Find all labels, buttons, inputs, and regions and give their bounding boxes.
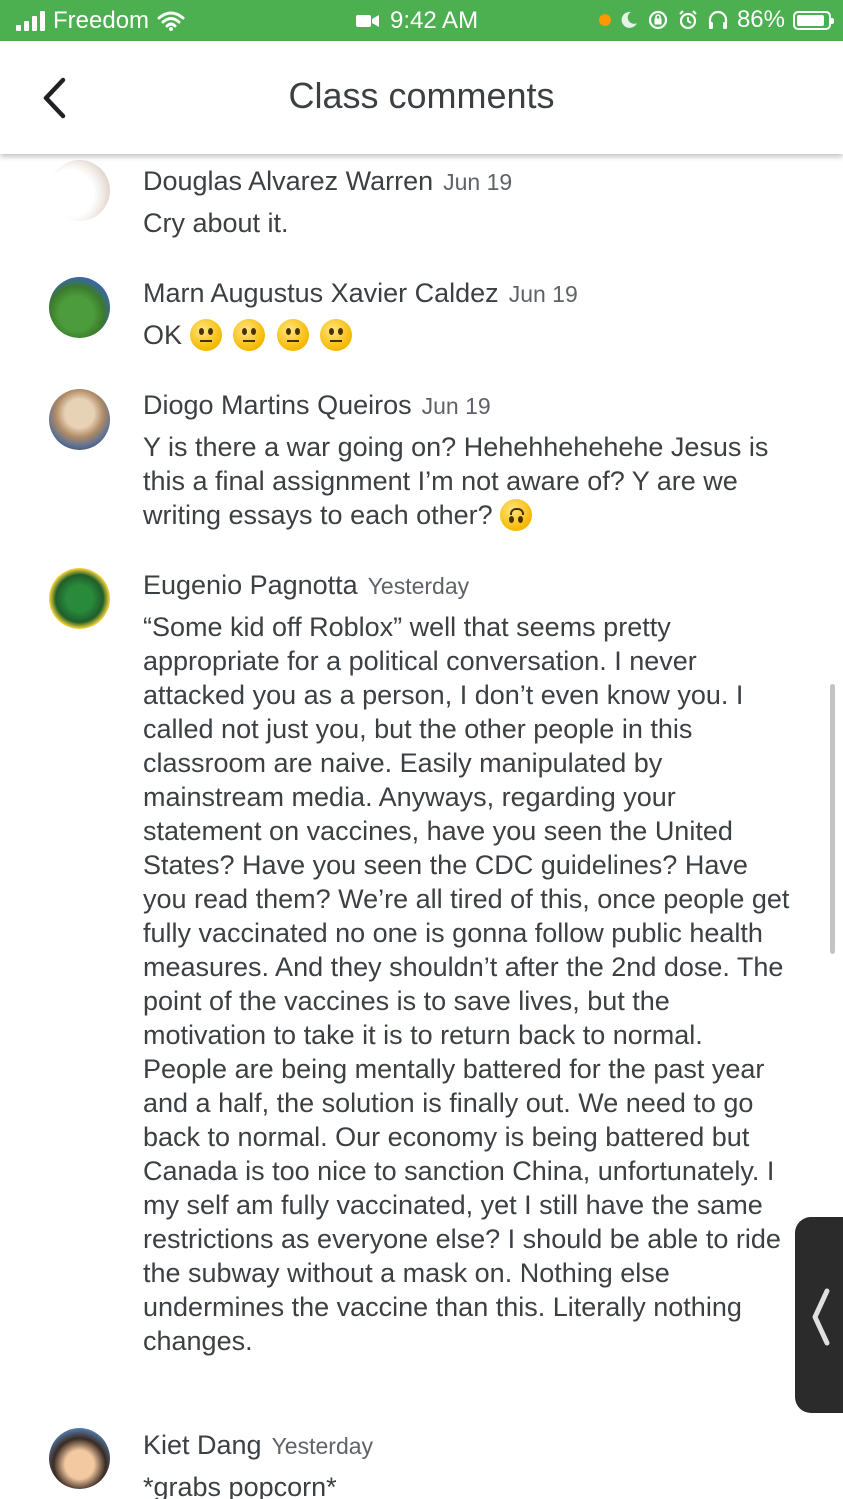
avatar [49,389,110,450]
battery-percentage: 86% [736,6,785,33]
comment-text: OK [143,318,803,352]
wifi-icon [157,11,185,31]
battery-icon [793,10,834,30]
comment-author: Douglas Alvarez Warren [143,166,434,196]
comment-text: “Some kid off Roblox” well that seems pr… [143,612,790,1356]
rotation-lock-icon [648,10,668,30]
app-bar: Class comments [0,41,843,154]
neutral-face-emoji-icon [276,319,309,351]
headphones-icon [708,10,728,29]
do-not-disturb-icon [621,11,637,28]
neutral-face-emoji-icon [189,319,222,351]
chevron-left-icon [812,1288,830,1346]
screen-recording-icon [356,15,379,27]
comment-date: Yesterday [367,573,470,599]
cellular-signal-icon [16,11,45,31]
comment-date: Jun 19 [508,281,578,307]
comment-text: Cry about it. [143,208,289,238]
comment-date: Yesterday [271,1433,374,1459]
clock: 9:42 AM [390,7,479,34]
comment-date: Jun 19 [421,393,491,419]
comment-list[interactable]: Douglas Alvarez Warren Jun 19 Cry about … [0,154,843,1499]
avatar [49,568,110,629]
comment-text-body: Y is there a war going on? Hehehhehehehe… [143,432,769,530]
neutral-face-emoji-icon [233,319,266,351]
comment-text-body: OK [143,320,183,350]
comment-text: *grabs popcorn* [143,1472,337,1499]
avatar [49,277,110,338]
avatar [49,160,110,221]
comment-date: Jun 19 [443,169,513,195]
comment-author: Kiet Dang [143,1430,262,1460]
scrollbar[interactable] [830,684,835,954]
comment-author: Marn Augustus Xavier Caldez [143,278,499,308]
comment-author: Eugenio Pagnotta [143,570,358,600]
comment-text: Y is there a war going on? Hehehhehehehe… [143,430,803,532]
avatar [49,1428,110,1489]
comment-author: Diogo Martins Queiros [143,390,412,420]
alarm-icon [679,10,697,30]
microphone-indicator-icon [598,14,611,26]
status-bar: Freedom 9:42 AM 86% [0,0,843,41]
side-panel-handle[interactable] [795,1217,843,1413]
neutral-face-emoji-icon [320,319,353,351]
carrier-label: Freedom [53,7,150,34]
upside-down-face-emoji-icon [500,499,533,531]
page-title: Class comments [288,75,555,116]
